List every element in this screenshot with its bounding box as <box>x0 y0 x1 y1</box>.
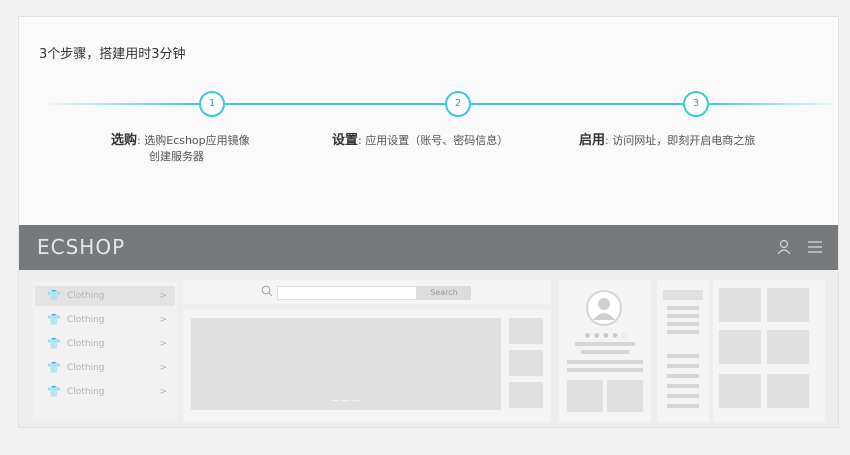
list-line <box>667 322 699 326</box>
sidebar-item[interactable]: 👕 Clothing > <box>37 310 177 330</box>
preview-list-column <box>657 280 709 422</box>
steps-timeline: 1 2 3 <box>39 89 839 119</box>
list-line <box>667 374 699 378</box>
ecshop-logo-mark: ECSHOP <box>37 235 125 259</box>
ecshop-logo: ECSHOP <box>37 235 137 265</box>
sidebar-item[interactable]: 👕 Clothing > <box>37 358 177 378</box>
search-button[interactable]: Search <box>417 286 471 300</box>
list-line <box>667 384 699 388</box>
step-2-text: 设置: 应用设置（账号、密码信息） <box>332 133 508 149</box>
image-placeholder <box>607 380 643 412</box>
search-icon <box>261 285 273 300</box>
page-title: 3个步骤，搭建用时3分钟 <box>39 47 186 62</box>
shirt-icon: 👕 <box>47 313 61 326</box>
list-line <box>667 404 699 408</box>
sidebar-item[interactable]: 👕 Clothing > <box>37 382 177 402</box>
user-icon[interactable] <box>776 239 792 259</box>
carousel-dots[interactable]: — — — <box>331 396 360 405</box>
step-2-title: 设置 <box>332 133 359 148</box>
ecshop-preview: ECSHOP 👕 Clothing > 👕 Clothing > 👕 Clothing > … <box>19 225 838 427</box>
step-2-circle: 2 <box>445 91 471 117</box>
timeline-line-end <box>709 103 839 105</box>
product-placeholder <box>719 330 761 364</box>
step-2-desc: : 应用设置（账号、密码信息） <box>358 134 509 147</box>
preview-body: 👕 Clothing > 👕 Clothing > 👕 Clothing > 👕 Clothi… <box>19 270 838 427</box>
timeline-line-2-3 <box>471 103 683 105</box>
step-3-title: 启用 <box>579 133 606 148</box>
step-3-circle: 3 <box>683 91 709 117</box>
product-placeholder <box>767 330 809 364</box>
timeline-line-start <box>39 103 199 105</box>
list-line <box>667 306 699 310</box>
product-placeholder <box>719 374 761 408</box>
steps-card: 3个步骤，搭建用时3分钟 1 2 3 选购: 选购Ecshop应用镜像 创建服务… <box>18 16 839 428</box>
product-placeholder <box>719 288 761 322</box>
thumb-placeholder <box>509 350 543 376</box>
list-line <box>667 394 699 398</box>
step-1-desc-2: 创建服务器 <box>149 150 204 163</box>
step-3-desc: : 访问网址，即刻开启电商之旅 <box>605 134 756 147</box>
sidebar-item[interactable]: 👕 Clothing > <box>37 286 177 306</box>
list-line <box>667 330 699 334</box>
svg-text:ECSHOP: ECSHOP <box>37 235 125 259</box>
product-placeholder <box>767 288 809 322</box>
step-1-circle: 1 <box>199 91 225 117</box>
avatar <box>586 290 622 326</box>
text-placeholder <box>567 360 643 364</box>
image-placeholder <box>567 380 603 412</box>
thumb-placeholder <box>509 382 543 408</box>
step-1-text: 选购: 选购Ecshop应用镜像 创建服务器 <box>111 133 250 165</box>
shirt-icon: 👕 <box>47 361 61 374</box>
list-line <box>667 364 699 368</box>
sidebar-item[interactable]: 👕 Clothing > <box>37 334 177 354</box>
step-1-title: 选购 <box>111 133 138 148</box>
timeline-line-1-2 <box>225 103 445 105</box>
search-input[interactable] <box>277 286 417 300</box>
text-placeholder <box>575 342 635 346</box>
rating-dots: ● ● ● ● ○ <box>585 332 628 339</box>
list-line <box>667 314 699 318</box>
text-placeholder <box>567 368 643 372</box>
thumb-placeholder <box>509 318 543 344</box>
step-3-text: 启用: 访问网址，即刻开启电商之旅 <box>579 133 755 149</box>
preview-header: ECSHOP <box>19 225 838 270</box>
hamburger-menu-icon[interactable] <box>807 239 823 259</box>
shirt-icon: 👕 <box>47 289 61 302</box>
product-placeholder <box>767 374 809 408</box>
step-1-desc: : 选购Ecshop应用镜像 <box>137 134 250 147</box>
list-line <box>667 354 699 358</box>
shirt-icon: 👕 <box>47 337 61 350</box>
text-placeholder <box>581 350 629 354</box>
list-header <box>663 290 703 300</box>
shirt-icon: 👕 <box>47 385 61 398</box>
